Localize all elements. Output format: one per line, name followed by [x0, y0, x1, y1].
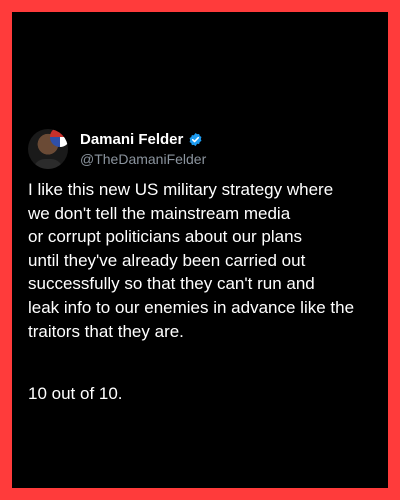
- author-handle[interactable]: @TheDamaniFelder: [80, 150, 206, 168]
- red-frame: Damani Felder @TheDamaniFelder I like th…: [0, 0, 400, 500]
- name-row: Damani Felder: [80, 131, 206, 149]
- verified-badge-icon: [188, 132, 203, 147]
- post-card: Damani Felder @TheDamaniFelder I like th…: [12, 12, 388, 488]
- author-display-name[interactable]: Damani Felder: [80, 131, 183, 149]
- post-header: Damani Felder @TheDamaniFelder: [28, 126, 206, 172]
- author-info: Damani Felder @TheDamaniFelder: [80, 131, 206, 168]
- post-text: I like this new US military strategy whe…: [28, 180, 355, 341]
- post-rating-text: 10 out of 10.: [28, 384, 123, 403]
- avatar-badge-icon: [50, 129, 68, 147]
- avatar-shirt: [33, 159, 63, 169]
- avatar[interactable]: [28, 129, 68, 169]
